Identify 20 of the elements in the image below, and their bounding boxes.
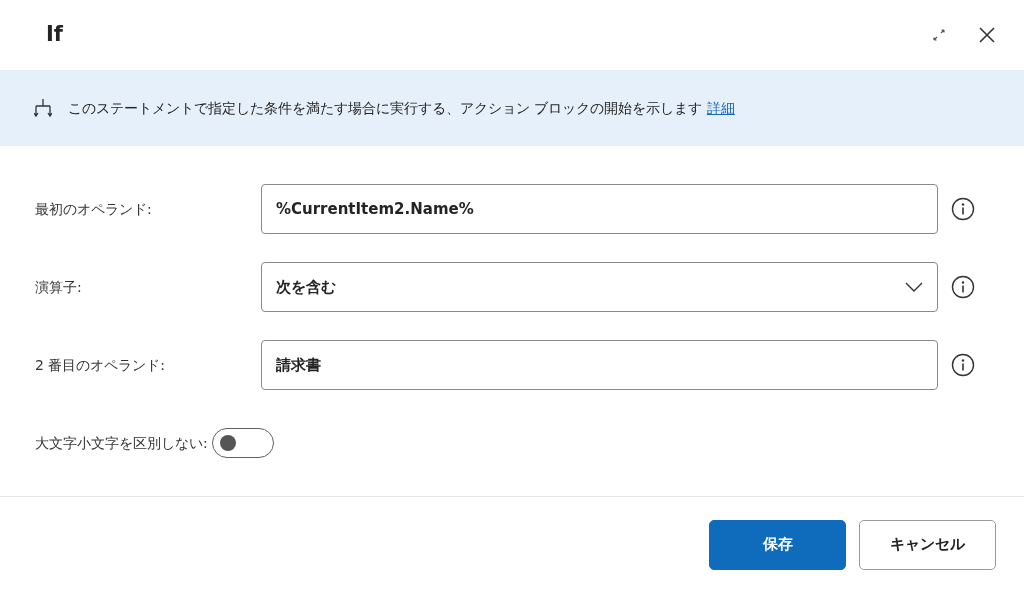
banner-text: このステートメントで指定した条件を満たす場合に実行する、アクション ブロックの開始を示します 詳細	[68, 98, 735, 118]
field-label: 大文字小文字を区別しない:	[35, 433, 208, 453]
field-label: 2 番目のオペランド:	[35, 355, 167, 375]
dialog-title: If	[46, 21, 63, 49]
branch-icon	[34, 98, 52, 118]
field-label: 最初のオペランド:	[35, 199, 153, 219]
input-field[interactable]: 請求書	[261, 340, 938, 390]
details-link[interactable]: 詳細	[706, 99, 735, 116]
chevron-down-icon	[905, 282, 923, 292]
info-icon	[951, 353, 975, 377]
close-icon	[978, 26, 996, 44]
save-button[interactable]: 保存	[709, 519, 846, 570]
info-icon	[951, 275, 975, 299]
input-field[interactable]: %CurrentItem2.Name%	[261, 184, 938, 234]
info-icon	[951, 197, 975, 221]
toggle-switch[interactable]	[211, 428, 274, 458]
cancel-button[interactable]: キャンセル	[859, 519, 996, 570]
field-label: 演算子:	[35, 277, 83, 297]
expand-icon	[932, 28, 946, 42]
dropdown-field[interactable]: 次を含む	[261, 262, 938, 312]
